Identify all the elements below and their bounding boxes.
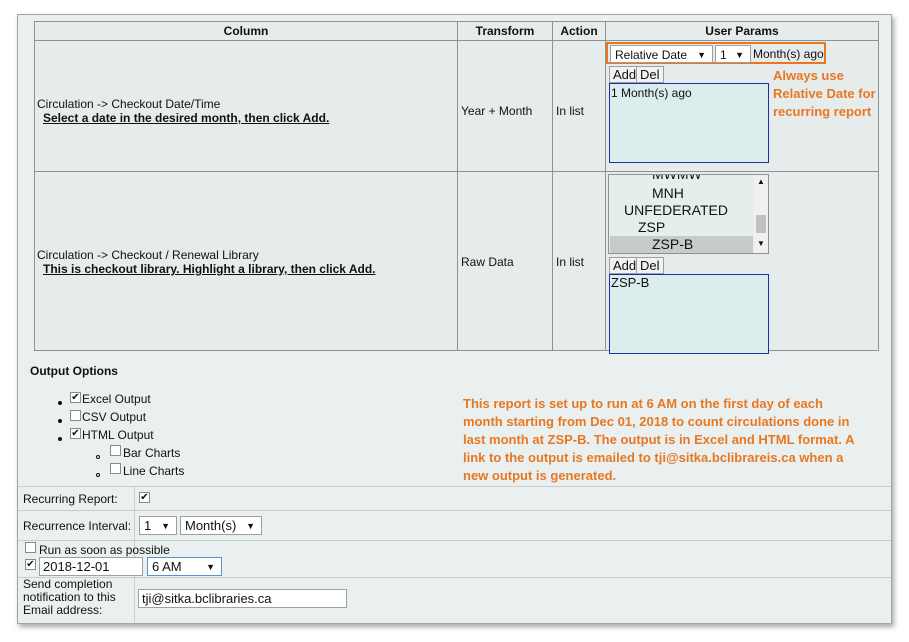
output-options-title: Output Options bbox=[30, 364, 118, 378]
bar-charts-checkbox[interactable] bbox=[110, 445, 121, 456]
selected-values-list[interactable]: ZSP-B bbox=[609, 274, 769, 354]
list-item-label: ZSP-B bbox=[652, 236, 694, 252]
chevron-down-icon: ▼ bbox=[697, 50, 706, 60]
annotation-line: Always use bbox=[773, 68, 844, 83]
interval-value-select[interactable]: 1 ▼ bbox=[139, 516, 177, 535]
selected-list-item[interactable]: ZSP-B bbox=[610, 236, 753, 253]
recurring-report-checkbox[interactable]: ✔ bbox=[139, 492, 150, 503]
run-asap-label: Run as soon as possible bbox=[39, 543, 170, 557]
annotation-line: month starting from Dec 01, 2018 to coun… bbox=[463, 414, 850, 429]
annotation-line: link to the output is emailed to tji@sit… bbox=[463, 450, 844, 465]
recurrence-interval-label: Recurrence Interval: bbox=[23, 519, 132, 533]
column-header-transform: Transform bbox=[458, 22, 552, 41]
interval-unit-select[interactable]: Month(s) ▼ bbox=[180, 516, 262, 535]
excel-output-label: Excel Output bbox=[82, 392, 151, 406]
column-header-user-params: User Params bbox=[606, 22, 878, 41]
bullet bbox=[58, 419, 62, 423]
annotation-line: new output is generated. bbox=[463, 468, 617, 483]
annotation-line: recurring report bbox=[773, 104, 872, 119]
divider bbox=[35, 171, 878, 172]
transform-value: Raw Data bbox=[461, 255, 514, 269]
line-charts-label: Line Charts bbox=[123, 464, 185, 478]
action-value: In list bbox=[556, 104, 585, 118]
relative-date-annotation: Always use Relative Date for recurring r… bbox=[773, 67, 876, 121]
divider bbox=[457, 22, 458, 350]
csv-output-label: CSV Output bbox=[82, 410, 147, 424]
bullet bbox=[58, 437, 62, 441]
report-editor-window: Column Transform Action User Params Circ… bbox=[17, 14, 892, 624]
html-output-label: HTML Output bbox=[82, 428, 154, 442]
line-charts-checkbox[interactable] bbox=[110, 463, 121, 474]
column-name-checkout-date: Circulation -> Checkout Date/Time bbox=[37, 97, 221, 111]
annotation-line: This report is set up to run at 6 AM on … bbox=[463, 396, 823, 411]
start-time-value: 6 AM bbox=[152, 559, 182, 574]
bullet bbox=[58, 401, 62, 405]
list-item[interactable]: ZSP-B bbox=[611, 275, 767, 290]
chevron-up-icon[interactable]: ▲ bbox=[757, 177, 765, 186]
annotation-line: Relative Date for bbox=[773, 86, 876, 101]
start-date-checkbox[interactable]: ✔ bbox=[25, 559, 36, 570]
csv-output-checkbox[interactable] bbox=[70, 410, 81, 421]
scrollbar[interactable]: ▲ ▼ bbox=[754, 175, 768, 253]
run-asap-checkbox[interactable] bbox=[25, 542, 36, 553]
chevron-down-icon: ▼ bbox=[206, 562, 215, 572]
library-select-list[interactable]: MWMW MNH UNFEDERATED ZSP ZSP-B ▲ ▼ bbox=[608, 174, 769, 254]
transform-value: Year + Month bbox=[461, 104, 533, 118]
list-item[interactable]: UNFEDERATED bbox=[624, 202, 728, 218]
del-button[interactable]: Del bbox=[636, 257, 664, 274]
divider bbox=[18, 510, 891, 511]
divider bbox=[552, 22, 553, 350]
column-header-column: Column bbox=[35, 22, 457, 41]
bullet bbox=[96, 473, 100, 477]
email-label-line: Email address: bbox=[23, 603, 103, 617]
amount-select[interactable]: 1 ▼ bbox=[715, 45, 751, 63]
list-item[interactable]: MNH bbox=[652, 185, 684, 201]
email-input[interactable]: tji@sitka.bclibraries.ca bbox=[138, 589, 347, 608]
divider bbox=[18, 577, 891, 578]
recurring-report-label: Recurring Report: bbox=[23, 492, 118, 506]
chevron-down-icon: ▼ bbox=[735, 50, 744, 60]
bar-charts-label: Bar Charts bbox=[123, 446, 181, 460]
email-label: Send completion notification to this Ema… bbox=[23, 578, 116, 617]
divider bbox=[18, 540, 891, 541]
chevron-down-icon: ▼ bbox=[246, 521, 255, 531]
excel-output-checkbox[interactable]: ✔ bbox=[70, 392, 81, 403]
annotation-line: last month at ZSP-B. The output is in Ex… bbox=[463, 432, 855, 447]
chevron-down-icon: ▼ bbox=[161, 521, 170, 531]
list-item[interactable]: ZSP bbox=[638, 219, 665, 235]
column-name-checkout-library: Circulation -> Checkout / Renewal Librar… bbox=[37, 248, 259, 262]
amount-value: 1 bbox=[720, 48, 727, 62]
chevron-down-icon[interactable]: ▼ bbox=[757, 239, 765, 248]
date-mode-select[interactable]: Relative Date ▼ bbox=[610, 45, 713, 63]
column-header-action: Action bbox=[553, 22, 605, 41]
column-hint-checkout-library: This is checkout library. Highlight a li… bbox=[43, 262, 376, 276]
selected-values-list[interactable]: 1 Month(s) ago bbox=[609, 83, 769, 163]
unit-label: Month(s) ago bbox=[753, 47, 824, 61]
start-time-select[interactable]: 6 AM ▼ bbox=[147, 557, 222, 576]
list-item[interactable]: 1 Month(s) ago bbox=[611, 86, 767, 100]
report-columns-table: Column Transform Action User Params Circ… bbox=[34, 21, 879, 354]
list-item[interactable]: MWMW bbox=[652, 175, 702, 182]
start-date-input[interactable]: 2018-12-01 bbox=[39, 557, 143, 576]
column-hint-checkout-date: Select a date in the desired month, then… bbox=[43, 111, 330, 125]
bullet bbox=[96, 455, 100, 459]
divider bbox=[18, 486, 891, 487]
divider bbox=[605, 22, 606, 350]
interval-unit: Month(s) bbox=[185, 518, 237, 533]
date-mode-value: Relative Date bbox=[615, 48, 688, 62]
del-button[interactable]: Del bbox=[636, 66, 664, 83]
html-output-checkbox[interactable]: ✔ bbox=[70, 428, 81, 439]
scrollbar-thumb[interactable] bbox=[756, 215, 766, 233]
schedule-annotation: This report is set up to run at 6 AM on … bbox=[463, 395, 854, 485]
interval-value: 1 bbox=[144, 518, 152, 533]
action-value: In list bbox=[556, 255, 585, 269]
